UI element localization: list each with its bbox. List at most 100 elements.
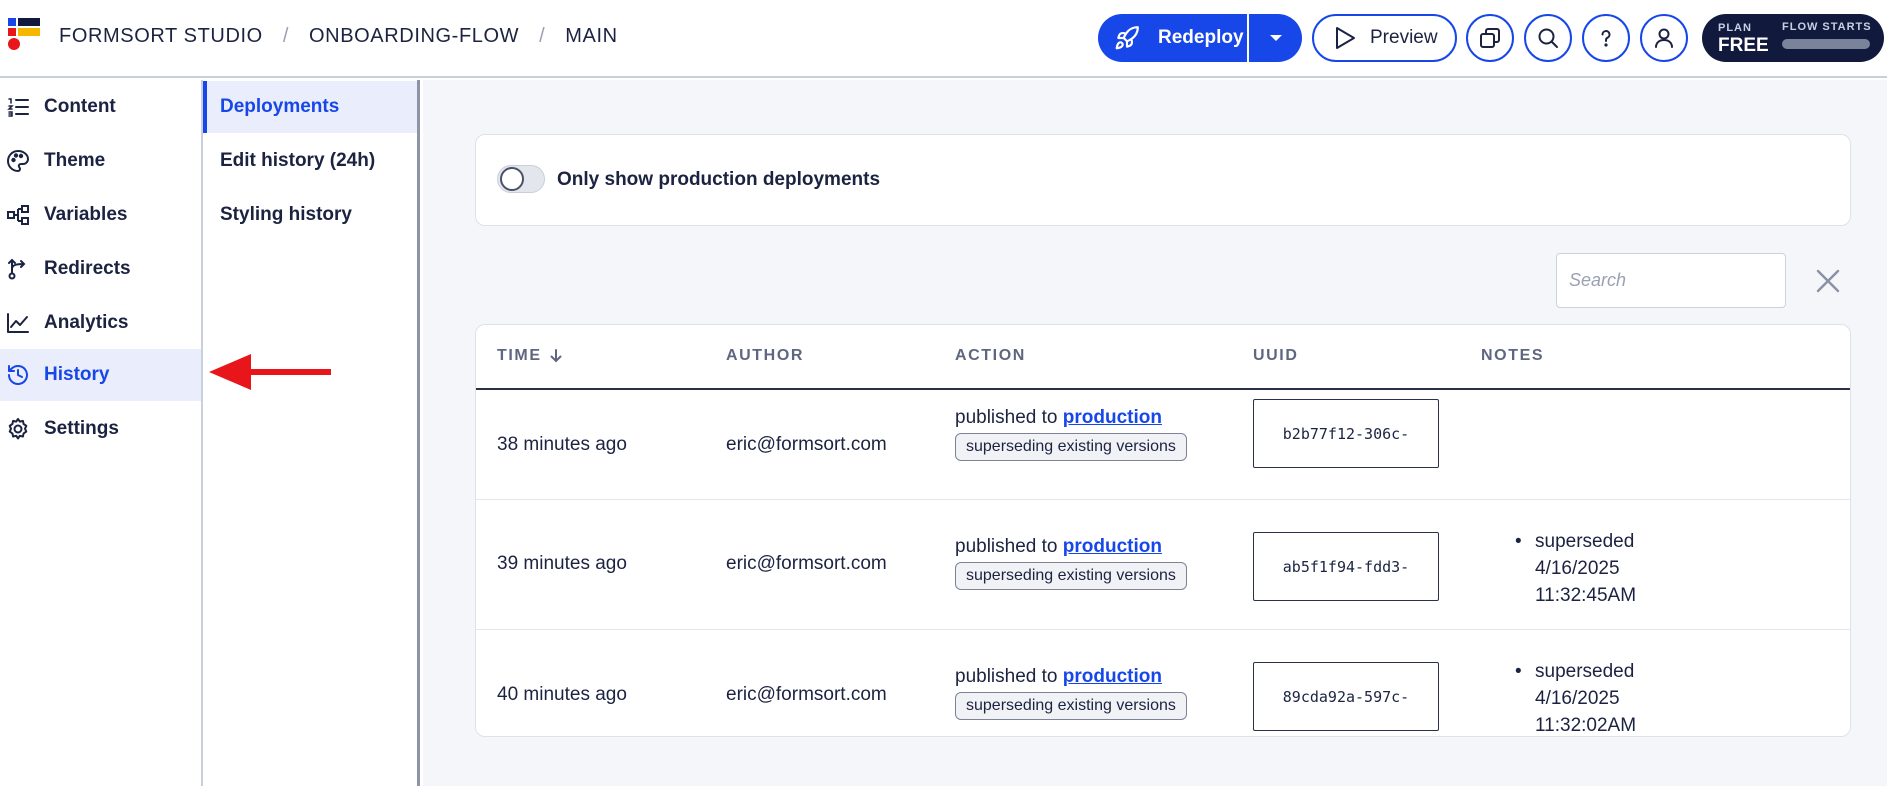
help-button[interactable] — [1582, 14, 1630, 62]
chart-line-icon — [6, 311, 30, 335]
palette-icon — [6, 149, 30, 173]
history-subnav: Deployments Edit history (24h) Styling h… — [203, 80, 420, 786]
row-time: 40 minutes ago — [497, 684, 627, 705]
action-prefix: published to — [955, 407, 1063, 428]
toggle-knob — [500, 167, 524, 191]
column-header-time[interactable]: TIME — [497, 347, 562, 365]
bullet: • — [1515, 661, 1522, 682]
action-prefix: published to — [955, 536, 1063, 557]
note-time: 11:32:45AM — [1535, 585, 1637, 606]
redeploy-button[interactable]: Redeploy — [1098, 14, 1247, 62]
note-date: 4/16/2025 — [1535, 558, 1620, 579]
row-action: published to production superseding exis… — [955, 536, 1187, 590]
uuid-box[interactable]: ab5f1f94-fdd3- — [1253, 532, 1439, 601]
superseding-tag: superseding existing versions — [955, 562, 1187, 590]
sidebar-item-label: Analytics — [44, 312, 129, 333]
sidebar-item-history[interactable]: History — [0, 349, 201, 401]
sidebar-item-redirects[interactable]: Redirects — [0, 243, 201, 295]
table-row: 38 minutes ago eric@formsort.com publish… — [476, 390, 1850, 500]
superseding-tag: superseding existing versions — [955, 692, 1187, 720]
bullet: • — [1515, 531, 1522, 552]
copy-button[interactable] — [1466, 14, 1514, 62]
row-author: eric@formsort.com — [726, 684, 887, 705]
sidebar-item-analytics[interactable]: Analytics — [0, 297, 201, 349]
production-link[interactable]: production — [1063, 536, 1162, 557]
column-header-author: AUTHOR — [726, 347, 805, 364]
sidebar-item-content[interactable]: Content — [0, 81, 201, 133]
column-header-notes: NOTES — [1481, 347, 1545, 364]
play-icon — [1336, 27, 1355, 49]
flow-starts-label: FLOW STARTS — [1782, 21, 1872, 33]
filter-card: Only show production deployments — [475, 134, 1851, 226]
table-row: 40 minutes ago eric@formsort.com publish… — [476, 630, 1850, 736]
sidebar-item-label: Variables — [44, 204, 128, 225]
action-prefix: published to — [955, 666, 1063, 687]
subnav-item-edit-history[interactable]: Edit history (24h) — [203, 135, 417, 187]
preview-label: Preview — [1370, 27, 1438, 48]
arrow-down-icon — [550, 349, 562, 363]
production-link[interactable]: production — [1063, 407, 1162, 428]
redeploy-label: Redeploy — [1158, 27, 1244, 48]
sidebar-item-label: Redirects — [44, 258, 131, 279]
gear-icon — [6, 417, 30, 441]
row-notes: • superseded 4/16/2025 11:32:02AM — [1515, 658, 1637, 736]
row-action: published to production superseding exis… — [955, 407, 1187, 461]
close-icon[interactable] — [1815, 268, 1841, 294]
row-action: published to production superseding exis… — [955, 666, 1187, 720]
note-status: superseded — [1535, 661, 1635, 682]
note-status: superseded — [1535, 531, 1635, 552]
plan-value: FREE — [1718, 35, 1769, 56]
subnav-item-deployments[interactable]: Deployments — [203, 81, 417, 133]
deployments-table: TIME AUTHOR ACTION UUID NOTES 38 minutes… — [475, 324, 1851, 737]
flow-starts-bar — [1782, 39, 1870, 49]
list-ordered-icon — [6, 95, 30, 119]
search-input[interactable] — [1556, 253, 1786, 308]
preview-button[interactable]: Preview — [1312, 14, 1457, 62]
uuid-box[interactable]: b2b77f12-306c- — [1253, 399, 1439, 468]
breadcrumb-studio[interactable]: FORMSORT STUDIO — [59, 25, 263, 48]
rocket-icon — [1115, 26, 1139, 50]
caret-down-icon — [1269, 35, 1282, 41]
user-icon — [1655, 28, 1673, 48]
breadcrumb-flow[interactable]: ONBOARDING-FLOW — [309, 25, 519, 48]
note-time: 11:32:02AM — [1535, 715, 1637, 736]
column-header-action: ACTION — [955, 347, 1026, 364]
copy-icon — [1480, 28, 1500, 48]
row-author: eric@formsort.com — [726, 553, 887, 574]
account-button[interactable] — [1640, 14, 1688, 62]
column-header-uuid: UUID — [1253, 347, 1299, 364]
table-row: 39 minutes ago eric@formsort.com publish… — [476, 500, 1850, 630]
row-author: eric@formsort.com — [726, 434, 887, 455]
plan-badge[interactable]: PLAN FREE FLOW STARTS — [1702, 14, 1884, 62]
sidebar-item-settings[interactable]: Settings — [0, 403, 201, 455]
redirect-icon — [6, 257, 30, 281]
production-link[interactable]: production — [1063, 666, 1162, 687]
sidebar-item-label: History — [44, 364, 110, 385]
uuid-box[interactable]: 89cda92a-597c- — [1253, 662, 1439, 731]
breadcrumb-separator: / — [539, 25, 546, 47]
sidebar-item-label: Content — [44, 96, 116, 117]
breadcrumb: FORMSORT STUDIO / ONBOARDING-FLOW / MAIN — [59, 25, 618, 48]
row-time: 38 minutes ago — [497, 434, 627, 455]
superseding-tag: superseding existing versions — [955, 433, 1187, 461]
production-only-toggle[interactable] — [497, 165, 545, 193]
table-header: TIME AUTHOR ACTION UUID NOTES — [476, 325, 1850, 390]
sidebar-item-variables[interactable]: Variables — [0, 189, 201, 241]
breadcrumb-separator: / — [282, 25, 289, 47]
sidebar-item-theme[interactable]: Theme — [0, 135, 201, 187]
top-bar: FORMSORT STUDIO / ONBOARDING-FLOW / MAIN… — [0, 0, 1887, 78]
subnav-item-styling-history[interactable]: Styling history — [203, 189, 417, 241]
question-icon — [1601, 30, 1611, 47]
sidebar-item-label: Settings — [44, 418, 119, 439]
breadcrumb-variant[interactable]: MAIN — [565, 25, 617, 48]
search-button[interactable] — [1524, 14, 1572, 62]
sidebar-item-label: Theme — [44, 150, 106, 171]
row-time: 39 minutes ago — [497, 553, 627, 574]
production-only-label: Only show production deployments — [557, 169, 881, 190]
history-icon — [6, 363, 30, 387]
column-header-label: TIME — [497, 347, 542, 364]
redeploy-dropdown-button[interactable] — [1249, 14, 1302, 62]
row-notes: • superseded 4/16/2025 11:32:45AM — [1515, 528, 1637, 609]
formsort-logo[interactable] — [6, 16, 42, 52]
search-icon — [1538, 28, 1558, 48]
